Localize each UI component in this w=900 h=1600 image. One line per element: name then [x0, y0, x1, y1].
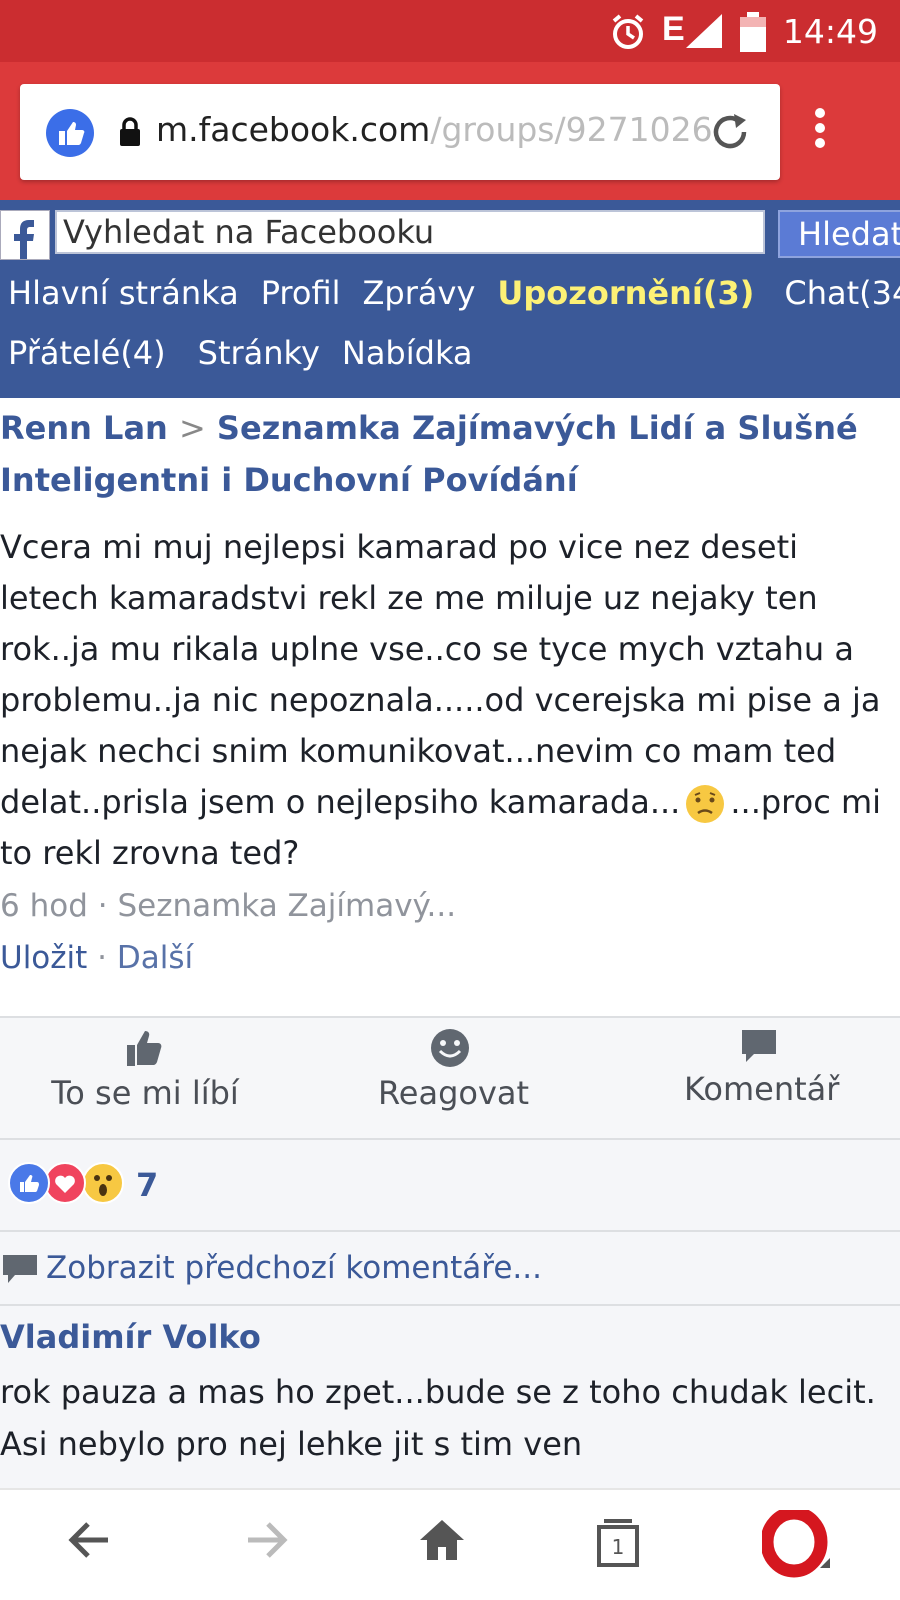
- opera-logo-icon[interactable]: [762, 1510, 832, 1580]
- comment-icon: [742, 1030, 776, 1062]
- react-label: Reagovat: [378, 1074, 530, 1112]
- breadcrumb-separator: >: [178, 409, 206, 447]
- comment-button[interactable]: Komentář: [684, 1028, 839, 1108]
- post-author-link[interactable]: Renn Lan: [0, 409, 168, 447]
- reaction-count: 7: [136, 1166, 159, 1204]
- home-icon[interactable]: [418, 1518, 466, 1562]
- address-bar[interactable]: m.facebook.com/groups/92710265: [20, 84, 780, 180]
- facebook-logo-icon[interactable]: [0, 210, 50, 260]
- signal-icon: [686, 14, 722, 48]
- comment-text: rok pauza a mas ho zpet...bude se z toho…: [0, 1373, 876, 1463]
- react-button[interactable]: Reagovat: [378, 1028, 529, 1112]
- post-header: Renn Lan > Seznamka Zajímavých Lidí a Sl…: [0, 402, 880, 506]
- nav-home[interactable]: Hlavní stránka: [8, 274, 239, 312]
- network-type-indicator: E: [662, 10, 685, 48]
- browser-bottom-bar: 1: [0, 1488, 900, 1600]
- post-body: Vcera mi muj nejlepsi kamarad po vice ne…: [0, 522, 885, 879]
- comment-bubble-icon: [3, 1255, 37, 1283]
- forward-arrow-icon[interactable]: [244, 1518, 288, 1562]
- search-input[interactable]: Vyhledat na Facebooku: [55, 210, 765, 254]
- tab-count: 1: [611, 1535, 625, 1559]
- nav-pages[interactable]: Stránky: [198, 334, 320, 372]
- comment-label: Komentář: [684, 1070, 840, 1108]
- like-label: To se mi líbí: [51, 1074, 239, 1112]
- nav-row-1: Hlavní stránka Profil Zprávy Upozornění(3) C…: [8, 274, 900, 312]
- tabs-button[interactable]: 1: [596, 1518, 640, 1568]
- search-button[interactable]: Hledat: [778, 210, 900, 258]
- nav-row-2: Přátelé(4) Stránky Nabídka: [8, 334, 495, 372]
- nav-messages[interactable]: Zprávy: [363, 274, 476, 312]
- post-time[interactable]: 6 hod: [0, 888, 88, 924]
- clock: 14:49: [782, 12, 878, 51]
- battery-icon: [740, 12, 766, 52]
- alarm-icon: [612, 14, 644, 49]
- post-action-bar: To se mi líbí Reagovat Komentář: [0, 1016, 900, 1140]
- url-host: m.facebook.com: [156, 110, 431, 149]
- show-previous-comments[interactable]: Zobrazit předchozí komentáře...: [0, 1232, 900, 1306]
- post-meta-group[interactable]: Seznamka Zajímavý...: [117, 888, 456, 924]
- wow-reaction-icon: [82, 1162, 124, 1204]
- browser-toolbar: m.facebook.com/groups/92710265: [0, 62, 900, 200]
- confused-face-emoji-icon: [686, 785, 725, 823]
- lock-icon: [120, 117, 140, 146]
- post-text-part-1: Vcera mi muj nejlepsi kamarad po vice ne…: [0, 528, 881, 821]
- comment-item: Vladimír Volko rok pauza a mas ho zpet..…: [0, 1306, 900, 1488]
- nav-menu[interactable]: Nabídka: [342, 334, 473, 372]
- url-text[interactable]: m.facebook.com/groups/92710265: [156, 110, 716, 149]
- save-link[interactable]: Uložit: [0, 940, 87, 976]
- like-button[interactable]: To se mi líbí: [48, 1028, 242, 1112]
- url-path: /groups/92710265: [430, 110, 716, 149]
- post-meta: 6 hod · Seznamka Zajímavý...: [0, 888, 457, 924]
- overflow-menu-icon[interactable]: [814, 108, 826, 148]
- more-link[interactable]: Další: [117, 940, 193, 976]
- nav-friends[interactable]: Přátelé(4): [8, 334, 166, 372]
- show-previous-comments-label: Zobrazit předchozí komentáře...: [46, 1250, 542, 1286]
- smiley-icon: [431, 1029, 469, 1067]
- post-links: Uložit · Další: [0, 940, 194, 976]
- reactions-summary[interactable]: 7: [0, 1140, 900, 1232]
- thumbs-up-icon: [127, 1031, 162, 1066]
- nav-notifications[interactable]: Upozornění(3): [497, 274, 754, 312]
- thumbs-up-site-icon: [46, 109, 94, 157]
- reload-icon[interactable]: [708, 110, 752, 154]
- facebook-header: Vyhledat na Facebooku Hledat Hlavní strá…: [0, 200, 900, 398]
- like-reaction-icon: [8, 1162, 50, 1204]
- status-bar: E 14:49: [0, 0, 900, 62]
- love-reaction-icon: [44, 1162, 86, 1204]
- nav-profile[interactable]: Profil: [261, 274, 341, 312]
- nav-chat[interactable]: Chat(34): [784, 274, 900, 312]
- comment-author-link[interactable]: Vladimír Volko: [0, 1318, 261, 1356]
- back-arrow-icon[interactable]: [68, 1518, 112, 1562]
